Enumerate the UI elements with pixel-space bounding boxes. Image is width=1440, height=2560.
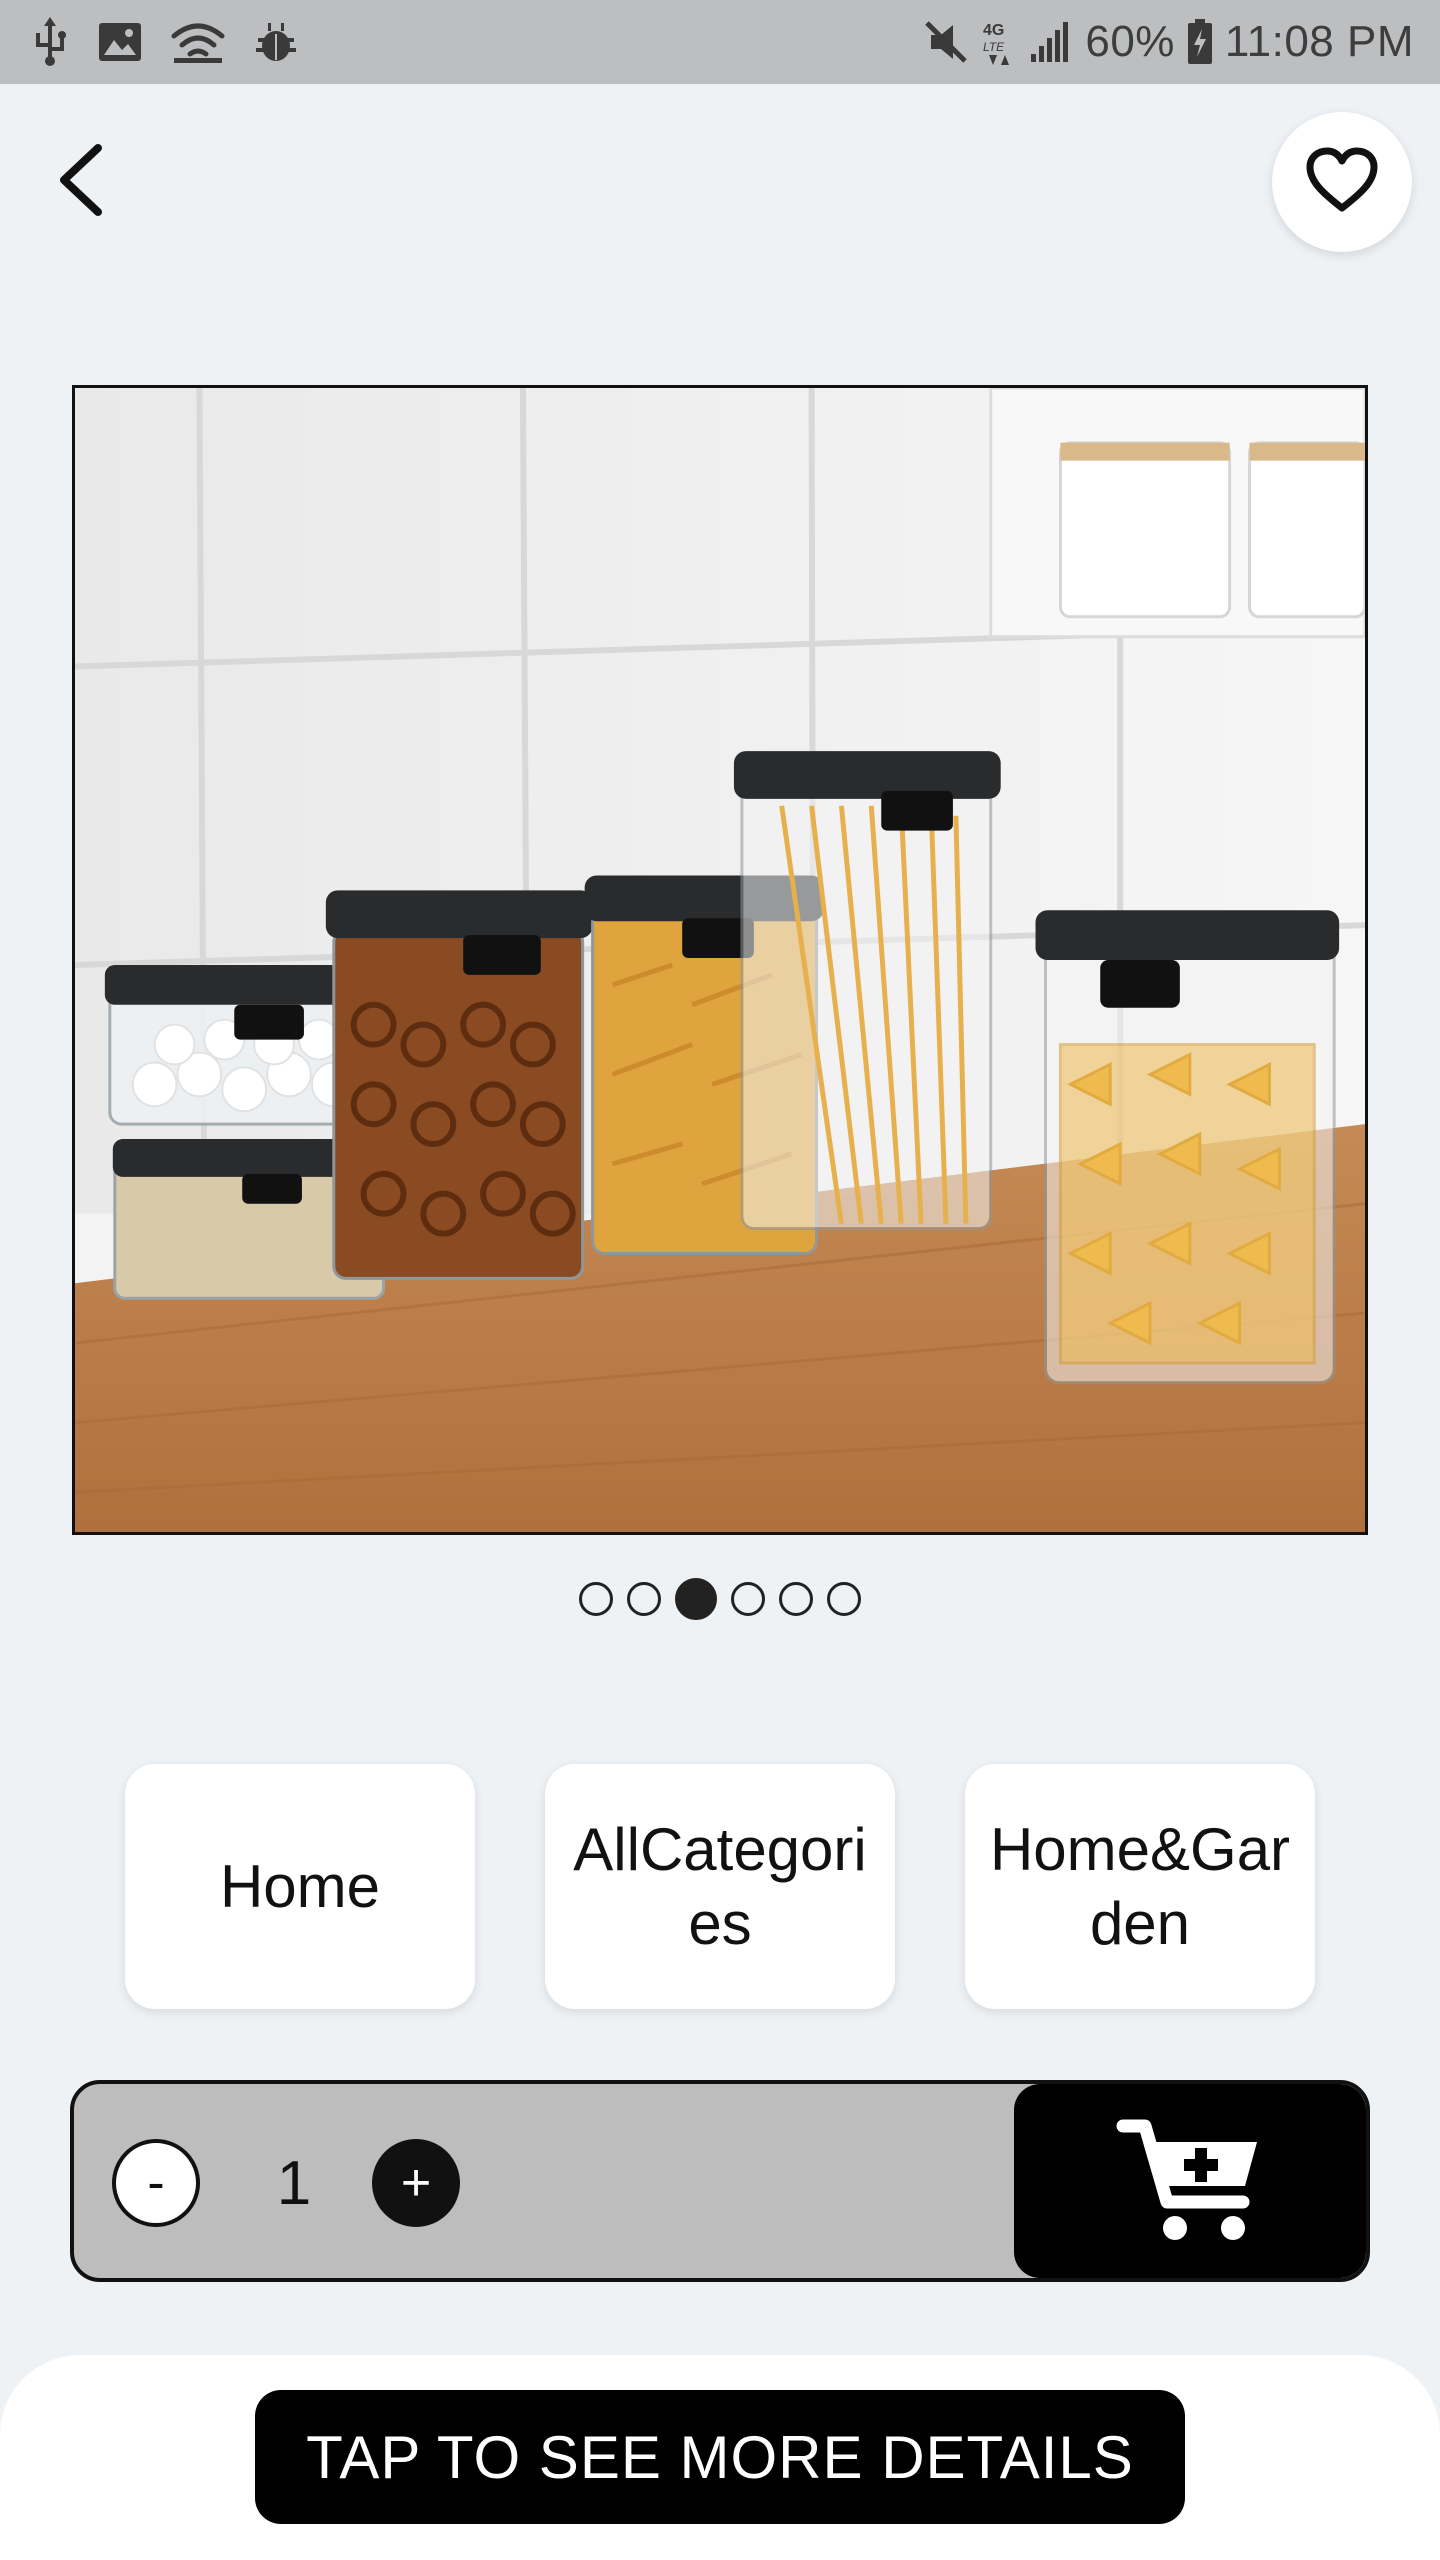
pager-dot-3-active[interactable] — [675, 1578, 717, 1620]
category-breadcrumbs: Home AllCategories Home&Garden — [0, 1764, 1440, 2009]
see-more-details-button[interactable]: TAP TO SEE MORE DETAILS — [255, 2390, 1185, 2524]
category-chip-home-garden[interactable]: Home&Garden — [965, 1764, 1315, 2009]
wifi-icon — [170, 20, 226, 64]
status-right: 4G LTE 60% 11:08 PM — [911, 17, 1414, 67]
android-debug-icon — [254, 20, 298, 64]
signal-icon — [1029, 20, 1073, 64]
4g-lte-icon: 4G LTE — [981, 17, 1017, 67]
cart-plus-icon — [1115, 2114, 1265, 2249]
mute-icon — [923, 19, 969, 65]
usb-icon — [30, 17, 70, 67]
quantity-increase-button[interactable]: + — [372, 2139, 460, 2227]
pager-dot-2[interactable] — [627, 1582, 661, 1616]
product-image[interactable] — [72, 385, 1368, 1535]
pager-dot-1[interactable] — [579, 1582, 613, 1616]
category-chip-all-categories[interactable]: AllCategories — [545, 1764, 895, 2009]
battery-percent: 60% — [1085, 17, 1175, 66]
add-to-cart-button[interactable] — [1014, 2084, 1366, 2278]
svg-text:LTE: LTE — [983, 40, 1005, 54]
clock: 11:08 PM — [1224, 17, 1414, 66]
back-button[interactable] — [40, 135, 120, 230]
pager-dot-6[interactable] — [827, 1582, 861, 1616]
image-pager — [0, 1575, 1440, 1623]
chevron-left-icon — [52, 140, 108, 225]
pager-dot-5[interactable] — [779, 1582, 813, 1616]
status-bar: 4G LTE 60% 11:08 PM — [0, 0, 1440, 84]
battery-charging-icon — [1187, 19, 1213, 65]
heart-outline-icon — [1304, 146, 1380, 219]
bottom-sheet: TAP TO SEE MORE DETAILS — [0, 2355, 1440, 2560]
product-photo — [75, 388, 1365, 1532]
svg-text:4G: 4G — [983, 22, 1004, 39]
image-icon — [98, 22, 142, 62]
category-chip-home[interactable]: Home — [125, 1764, 475, 2009]
quantity-decrease-button[interactable]: - — [112, 2139, 200, 2227]
quantity-value: 1 — [276, 2148, 312, 2218]
favorite-button[interactable] — [1272, 112, 1412, 252]
status-left — [30, 17, 326, 67]
cart-bar: - 1 + — [70, 2080, 1370, 2282]
pager-dot-4[interactable] — [731, 1582, 765, 1616]
